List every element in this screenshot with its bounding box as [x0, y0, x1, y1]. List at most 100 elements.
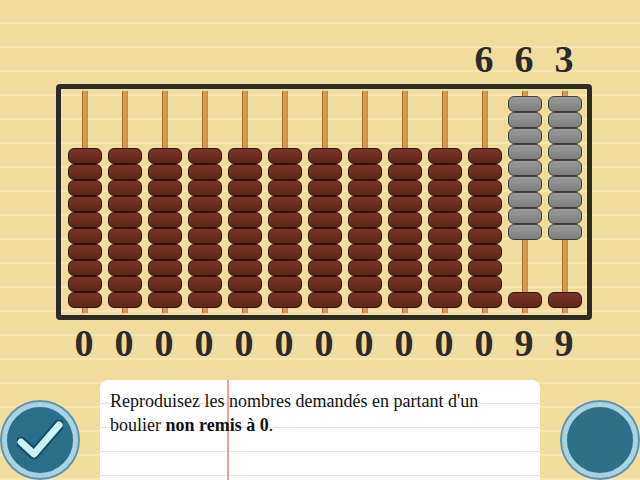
- bead[interactable]: [548, 192, 582, 208]
- bead[interactable]: [228, 292, 262, 308]
- bead[interactable]: [268, 292, 302, 308]
- bead[interactable]: [68, 228, 102, 244]
- bead[interactable]: [108, 228, 142, 244]
- bead[interactable]: [188, 292, 222, 308]
- bead[interactable]: [148, 244, 182, 260]
- bead[interactable]: [428, 196, 462, 212]
- bead[interactable]: [508, 176, 542, 192]
- bead[interactable]: [548, 96, 582, 112]
- abacus-rod[interactable]: [225, 91, 265, 313]
- bead[interactable]: [108, 292, 142, 308]
- bead[interactable]: [428, 292, 462, 308]
- bead[interactable]: [388, 260, 422, 276]
- bead[interactable]: [188, 180, 222, 196]
- bead[interactable]: [148, 164, 182, 180]
- bead[interactable]: [468, 244, 502, 260]
- bead[interactable]: [108, 148, 142, 164]
- bead[interactable]: [268, 228, 302, 244]
- bead[interactable]: [548, 224, 582, 240]
- bead[interactable]: [428, 244, 462, 260]
- bead[interactable]: [348, 164, 382, 180]
- bead[interactable]: [228, 260, 262, 276]
- bead[interactable]: [188, 276, 222, 292]
- bead[interactable]: [388, 164, 422, 180]
- bead[interactable]: [428, 148, 462, 164]
- bead[interactable]: [268, 164, 302, 180]
- bead[interactable]: [548, 292, 582, 308]
- abacus-rod[interactable]: [145, 91, 185, 313]
- abacus-rod[interactable]: [265, 91, 305, 313]
- bead[interactable]: [468, 212, 502, 228]
- bead[interactable]: [548, 176, 582, 192]
- bead[interactable]: [428, 212, 462, 228]
- bead[interactable]: [68, 164, 102, 180]
- bead[interactable]: [508, 224, 542, 240]
- bead[interactable]: [228, 244, 262, 260]
- bead[interactable]: [108, 164, 142, 180]
- bead[interactable]: [188, 196, 222, 212]
- bead[interactable]: [468, 148, 502, 164]
- bead[interactable]: [228, 180, 262, 196]
- abacus-rod[interactable]: [465, 91, 505, 313]
- bead[interactable]: [548, 144, 582, 160]
- bead[interactable]: [508, 96, 542, 112]
- bead[interactable]: [188, 164, 222, 180]
- bead[interactable]: [508, 128, 542, 144]
- bead[interactable]: [348, 228, 382, 244]
- bead[interactable]: [268, 276, 302, 292]
- validate-button[interactable]: [2, 402, 78, 478]
- bead[interactable]: [148, 276, 182, 292]
- bead[interactable]: [348, 212, 382, 228]
- bead[interactable]: [268, 244, 302, 260]
- bead[interactable]: [148, 212, 182, 228]
- abacus-rod[interactable]: [305, 91, 345, 313]
- bead[interactable]: [428, 180, 462, 196]
- bead[interactable]: [388, 180, 422, 196]
- bead[interactable]: [388, 244, 422, 260]
- bead[interactable]: [228, 212, 262, 228]
- bead[interactable]: [508, 144, 542, 160]
- bead[interactable]: [428, 228, 462, 244]
- bead[interactable]: [228, 164, 262, 180]
- bead[interactable]: [348, 196, 382, 212]
- bead[interactable]: [388, 212, 422, 228]
- bead[interactable]: [148, 292, 182, 308]
- abacus-rod[interactable]: [545, 91, 585, 313]
- bead[interactable]: [268, 212, 302, 228]
- bead[interactable]: [348, 292, 382, 308]
- bead[interactable]: [308, 212, 342, 228]
- bead[interactable]: [308, 180, 342, 196]
- bead[interactable]: [148, 260, 182, 276]
- bead[interactable]: [428, 260, 462, 276]
- bead[interactable]: [468, 260, 502, 276]
- bead[interactable]: [268, 148, 302, 164]
- bead[interactable]: [68, 212, 102, 228]
- bead[interactable]: [388, 196, 422, 212]
- bead[interactable]: [508, 112, 542, 128]
- bead[interactable]: [108, 196, 142, 212]
- bead[interactable]: [348, 148, 382, 164]
- bead[interactable]: [348, 244, 382, 260]
- bead[interactable]: [348, 276, 382, 292]
- abacus-rod[interactable]: [185, 91, 225, 313]
- abacus-rod[interactable]: [385, 91, 425, 313]
- bead[interactable]: [508, 292, 542, 308]
- bead[interactable]: [468, 228, 502, 244]
- bead[interactable]: [428, 276, 462, 292]
- bead[interactable]: [68, 292, 102, 308]
- bead[interactable]: [108, 180, 142, 196]
- bead[interactable]: [548, 128, 582, 144]
- bead[interactable]: [68, 276, 102, 292]
- bead[interactable]: [148, 196, 182, 212]
- bead[interactable]: [508, 208, 542, 224]
- bead[interactable]: [148, 228, 182, 244]
- bead[interactable]: [308, 196, 342, 212]
- bead[interactable]: [148, 148, 182, 164]
- bead[interactable]: [268, 260, 302, 276]
- bead[interactable]: [148, 180, 182, 196]
- abacus-rod[interactable]: [425, 91, 465, 313]
- bead[interactable]: [308, 244, 342, 260]
- bead[interactable]: [68, 148, 102, 164]
- bead[interactable]: [308, 292, 342, 308]
- bead[interactable]: [228, 148, 262, 164]
